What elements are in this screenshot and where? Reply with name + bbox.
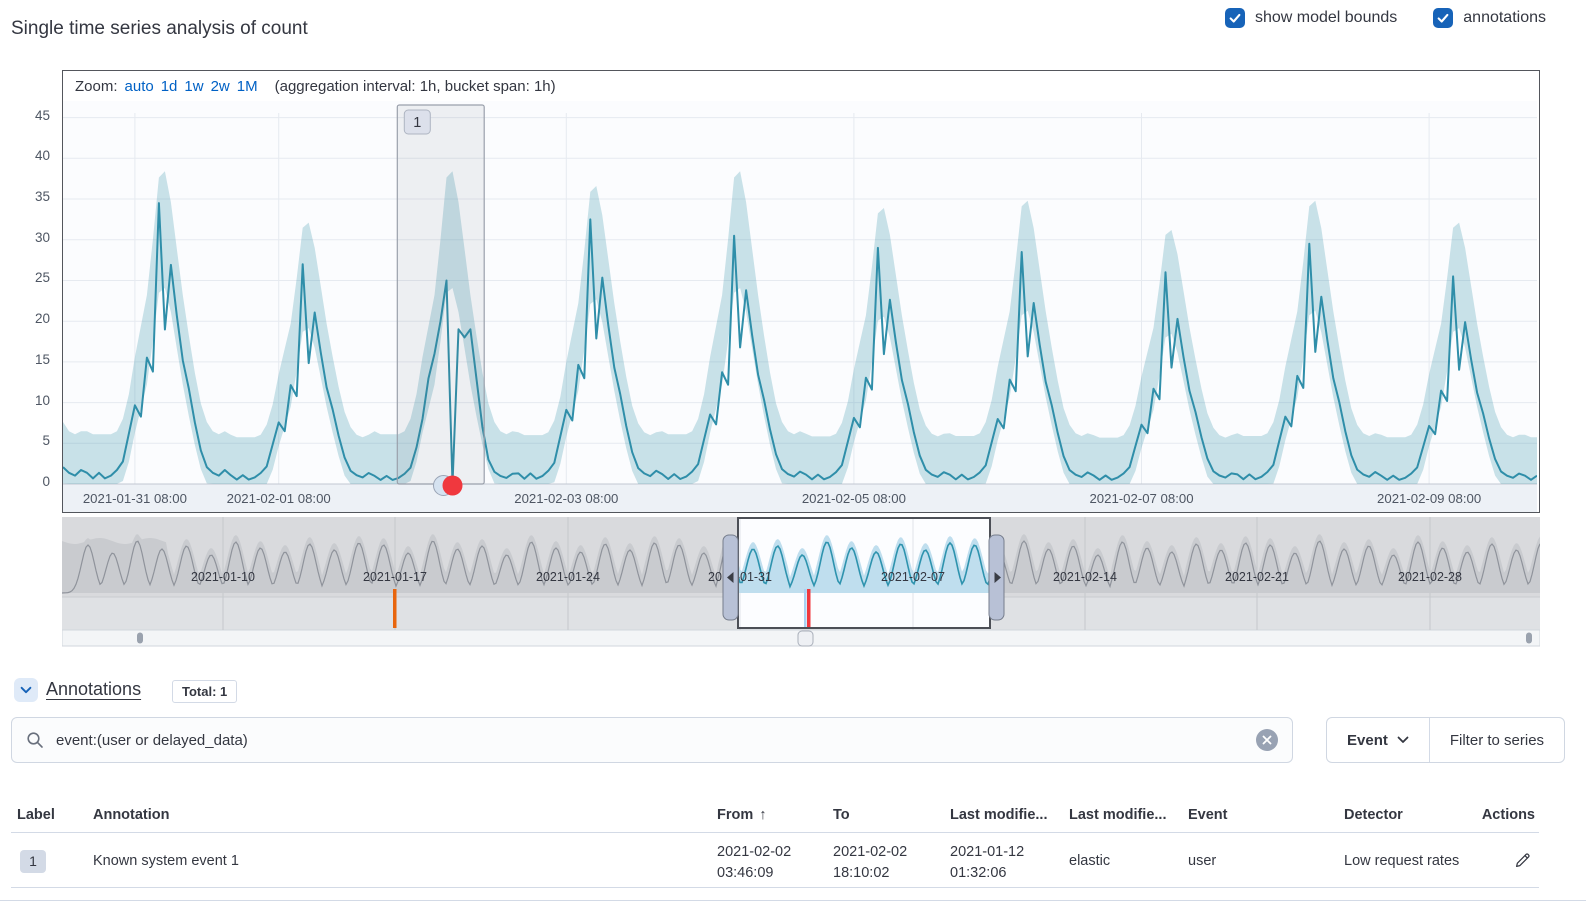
navigator-tick-label: 2021-01-31	[708, 570, 772, 584]
annotations-checkbox[interactable]: annotations	[1433, 8, 1546, 28]
annotations-filter-group: Event Filter to series	[1326, 717, 1565, 763]
y-tick-label: 30	[0, 230, 50, 245]
timeseries-chart-panel: Zoom: auto 1d 1w 2w 1M (aggregation inte…	[62, 70, 1540, 513]
col-event[interactable]: Event	[1188, 800, 1228, 831]
filter-to-series-button[interactable]: Filter to series	[1430, 718, 1564, 762]
timeseries-plot[interactable]: 1 2021-01-31 08:00 2021-02-01 08:00 2021-02…	[63, 73, 1537, 512]
checkbox-checked-icon	[1225, 8, 1245, 28]
y-tick-label: 25	[0, 270, 50, 285]
annotation-region[interactable]	[397, 105, 484, 484]
pencil-icon	[1513, 852, 1531, 870]
col-last-modified-date[interactable]: Last modifie...	[950, 800, 1048, 831]
event-cell: user	[1188, 834, 1216, 888]
timeline-navigator[interactable]: 2021-01-10 2021-01-17 2021-01-24 2021-01-31…	[62, 517, 1540, 648]
x-tick-label: 2021-02-05 08:00	[802, 491, 906, 506]
show-model-bounds-checkbox[interactable]: show model bounds	[1225, 8, 1397, 28]
y-tick-label: 20	[0, 311, 50, 326]
last-modified-date-cell: 2021-01-1201:32:06	[950, 842, 1024, 884]
col-label[interactable]: Label	[17, 800, 55, 831]
annotations-table: Label Annotation From↑ To Last modifie..…	[11, 800, 1539, 888]
col-last-modified-by[interactable]: Last modifie...	[1069, 800, 1167, 831]
navigator-tick-label: 2021-01-10	[191, 570, 255, 584]
y-tick-label: 10	[0, 393, 50, 408]
svg-text:1: 1	[413, 115, 421, 131]
close-icon	[1262, 735, 1272, 745]
from-cell: 2021-02-0203:46:09	[717, 842, 791, 884]
navigator-tick-label: 2021-02-14	[1053, 570, 1117, 584]
annotation-tick[interactable]	[393, 589, 397, 628]
page-title: Single time series analysis of count	[11, 18, 308, 40]
col-detector[interactable]: Detector	[1344, 800, 1403, 831]
scrollbar-grip[interactable]	[1526, 633, 1532, 644]
x-tick-label: 2021-02-09 08:00	[1377, 491, 1481, 506]
navigator-tick-label: 2021-02-21	[1225, 570, 1289, 584]
filter-to-series-label: Filter to series	[1450, 732, 1544, 749]
y-tick-label: 45	[0, 108, 50, 123]
annotations-heading[interactable]: Annotations	[46, 679, 141, 700]
navigator-tick-label: 2021-01-17	[363, 570, 427, 584]
annotations-search-bar[interactable]	[11, 717, 1293, 763]
x-tick-label: 2021-02-01 08:00	[227, 491, 331, 506]
event-filter-dropdown[interactable]: Event	[1327, 718, 1429, 762]
table-row: 1 Known system event 1 2021-02-0203:46:0…	[11, 834, 1539, 888]
checkbox-label: annotations	[1463, 9, 1546, 27]
detector-cell: Low request rates	[1344, 834, 1459, 888]
y-tick-label: 35	[0, 189, 50, 204]
x-tick-label: 2021-02-03 08:00	[514, 491, 618, 506]
chevron-down-icon	[19, 683, 33, 697]
annotation-label-badge: 1	[20, 850, 46, 873]
y-tick-label: 40	[0, 148, 50, 163]
annotation-tick[interactable]	[807, 589, 811, 628]
col-from[interactable]: From↑	[717, 800, 767, 831]
chevron-down-icon	[1397, 736, 1409, 744]
clear-search-button[interactable]	[1256, 729, 1278, 751]
search-icon	[26, 731, 44, 749]
checkbox-label: show model bounds	[1255, 9, 1397, 27]
anomaly-marker[interactable]	[443, 476, 463, 496]
x-tick-label: 2021-01-31 08:00	[83, 491, 187, 506]
sort-ascending-icon: ↑	[759, 807, 766, 823]
scrollbar-drag-grip[interactable]	[798, 631, 813, 646]
navigator-tick-label: 2021-01-24	[536, 570, 600, 584]
col-annotation[interactable]: Annotation	[93, 800, 170, 831]
navigator-tick-label: 2021-02-28	[1398, 570, 1462, 584]
checkbox-checked-icon	[1433, 8, 1453, 28]
table-header-row: Label Annotation From↑ To Last modifie..…	[11, 800, 1539, 833]
y-tick-label: 15	[0, 352, 50, 367]
annotation-text: Known system event 1	[93, 834, 239, 888]
scrollbar-grip[interactable]	[137, 633, 143, 644]
event-filter-label: Event	[1347, 732, 1388, 749]
col-actions: Actions	[1482, 800, 1535, 831]
search-input[interactable]	[56, 732, 1256, 749]
x-tick-label: 2021-02-07 08:00	[1089, 491, 1193, 506]
annotations-total-badge: Total: 1	[172, 680, 237, 703]
y-tick-label: 5	[0, 433, 50, 448]
col-to[interactable]: To	[833, 800, 850, 831]
last-modified-by-cell: elastic	[1069, 834, 1110, 888]
navigator-tick-label: 2021-02-07	[881, 570, 945, 584]
view-controls: show model bounds annotations	[1225, 8, 1546, 28]
table-bottom-border	[0, 900, 1586, 901]
y-tick-label: 0	[0, 474, 50, 489]
to-cell: 2021-02-0218:10:02	[833, 842, 907, 884]
edit-annotation-button[interactable]	[1513, 852, 1531, 870]
annotations-collapse-button[interactable]	[14, 678, 38, 702]
